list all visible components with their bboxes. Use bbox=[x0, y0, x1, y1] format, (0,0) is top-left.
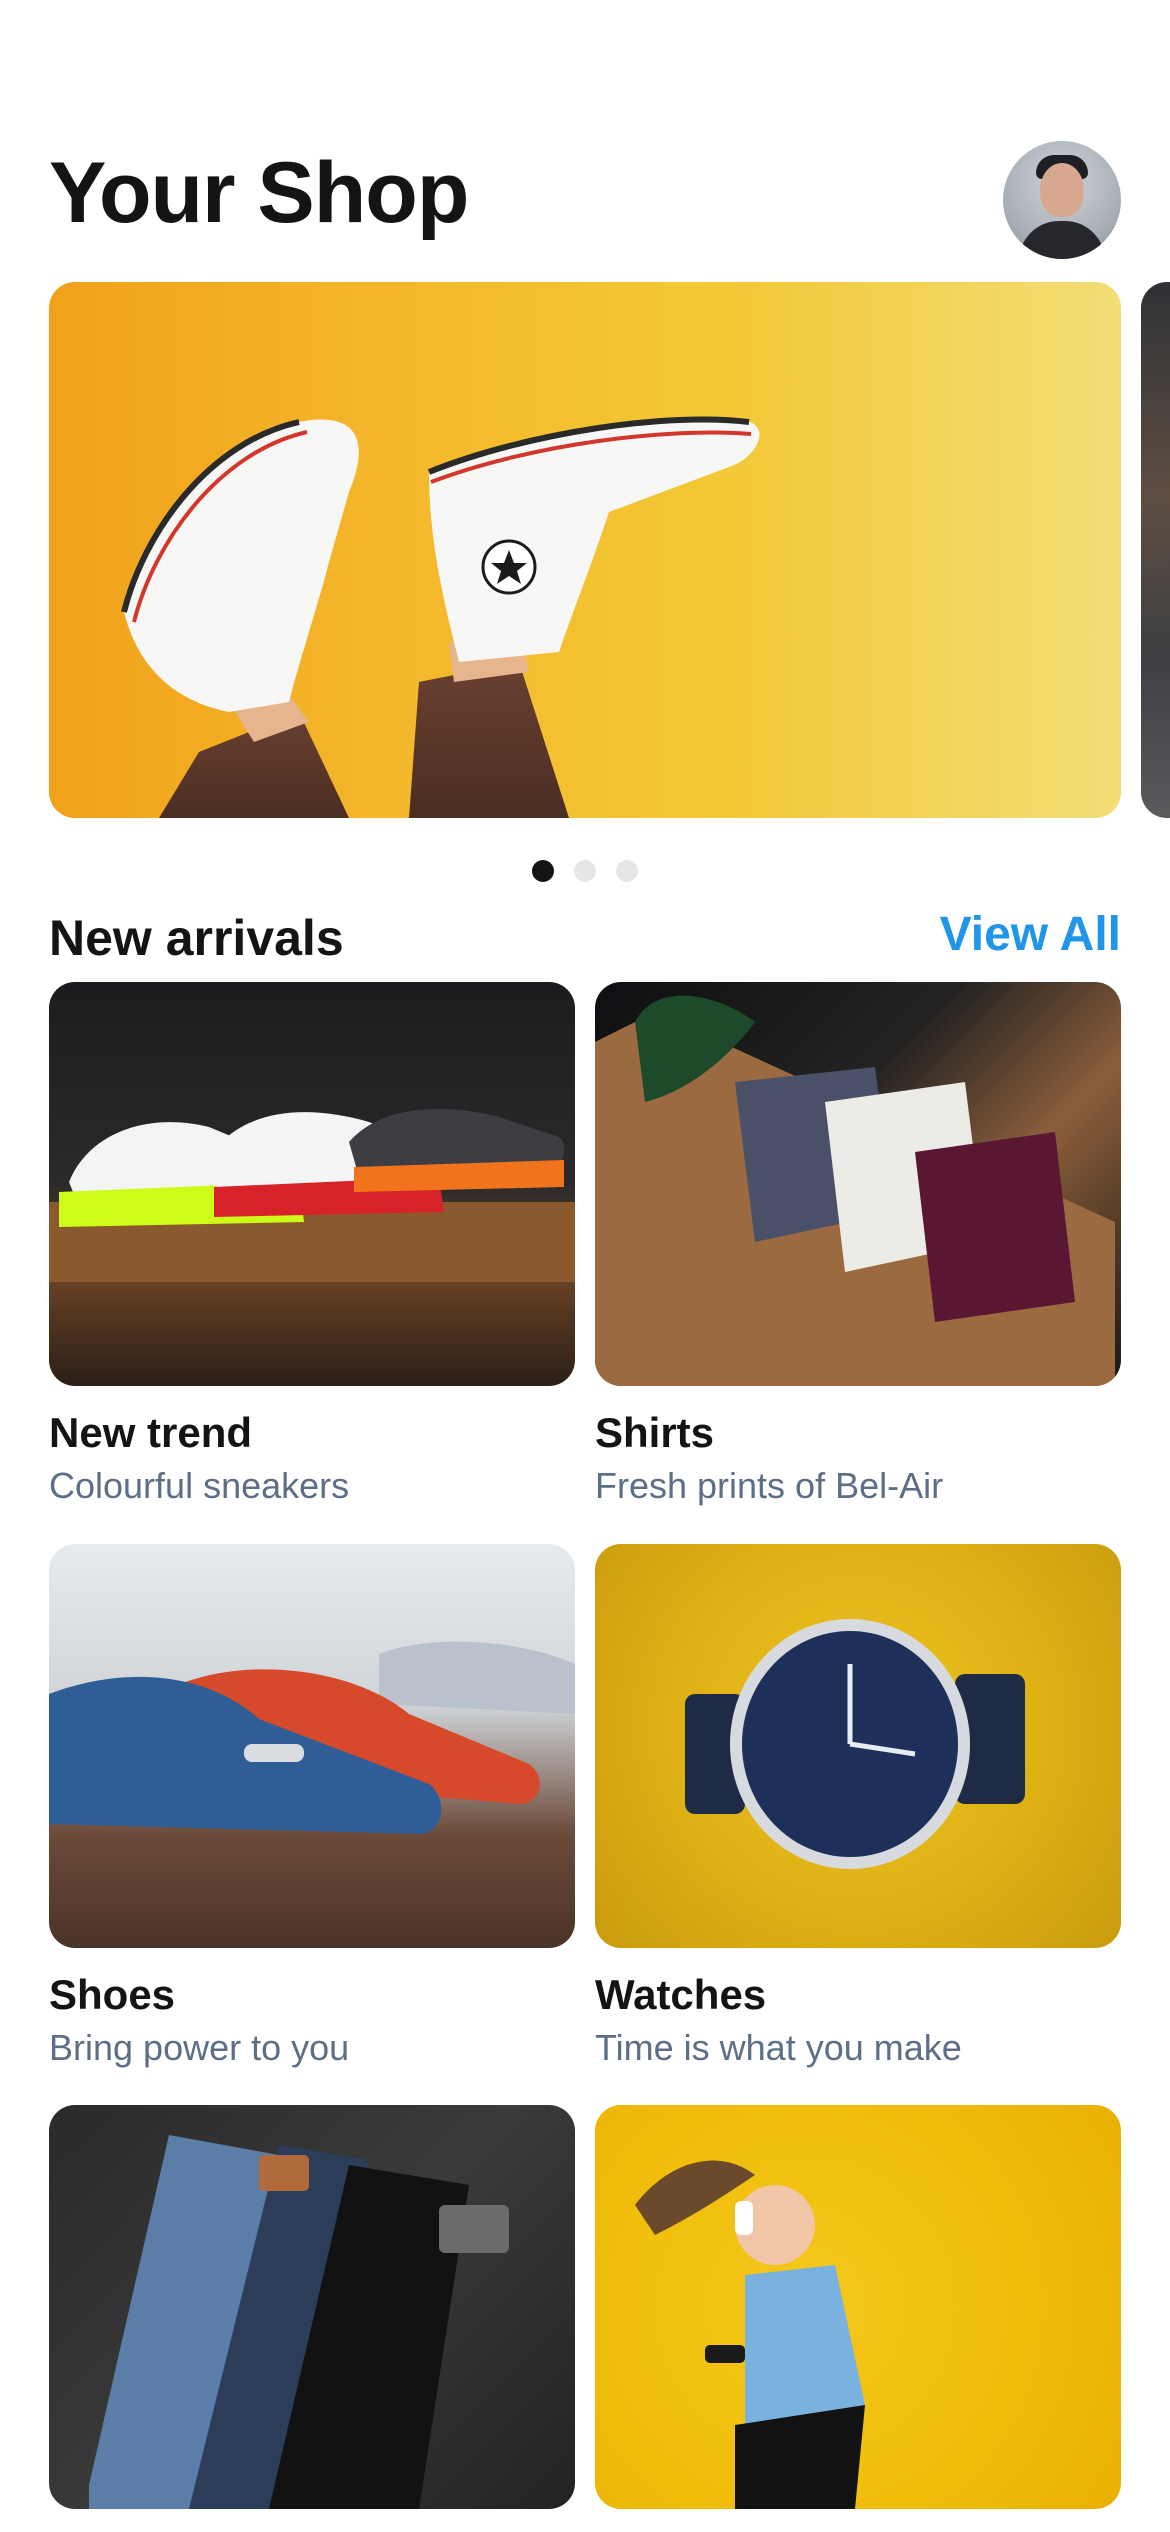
product-card-jeans[interactable] bbox=[49, 2105, 575, 2531]
avatar-head bbox=[1040, 163, 1084, 217]
product-card-shirts[interactable]: Shirts Fresh prints of Bel-Air bbox=[595, 982, 1121, 1508]
product-subtitle: Fresh prints of Bel-Air bbox=[595, 1465, 944, 1507]
avatar-body bbox=[1019, 221, 1105, 259]
hero-next-slide-peek[interactable] bbox=[1141, 282, 1170, 818]
carousel-pagination bbox=[532, 860, 638, 882]
product-name: Shoes bbox=[49, 1971, 176, 2018]
header: Your Shop bbox=[49, 141, 1121, 265]
product-card-watches[interactable]: Watches Time is what you make bbox=[595, 1544, 1121, 2070]
hero-banner-sneakers[interactable] bbox=[49, 282, 1121, 818]
page-title: Your Shop bbox=[49, 145, 469, 241]
product-image-watch bbox=[595, 1544, 1121, 1948]
avatar[interactable] bbox=[1003, 141, 1121, 259]
product-image-loafers bbox=[49, 1544, 575, 1948]
pagination-dot[interactable] bbox=[616, 860, 638, 882]
product-name: New trend bbox=[49, 1409, 253, 1456]
view-all-link[interactable]: View All bbox=[940, 906, 1121, 964]
pagination-dot[interactable] bbox=[574, 860, 596, 882]
new-arrivals-header: New arrivals View All bbox=[49, 900, 1121, 966]
product-name: Watches bbox=[595, 1971, 767, 2018]
hero-light bbox=[741, 282, 1121, 818]
product-name: Shirts bbox=[595, 1409, 715, 1456]
product-image-woman-headphones bbox=[595, 2105, 1121, 2509]
section-title: New arrivals bbox=[49, 910, 344, 966]
product-card-new-trend[interactable]: New trend Colourful sneakers bbox=[49, 982, 575, 1508]
pagination-dot-active[interactable] bbox=[532, 860, 554, 882]
product-card-music[interactable] bbox=[595, 2105, 1121, 2531]
hero-carousel[interactable] bbox=[49, 282, 1170, 818]
product-subtitle: Time is what you make bbox=[595, 2027, 962, 2069]
product-subtitle: Bring power to you bbox=[49, 2027, 350, 2069]
product-subtitle: Colourful sneakers bbox=[49, 1465, 350, 1507]
product-image-jeans bbox=[49, 2105, 575, 2509]
product-image-shirts bbox=[595, 982, 1121, 1386]
shop-screen: Your Shop New arrivals View All New tren… bbox=[0, 0, 1170, 2532]
product-card-shoes[interactable]: Shoes Bring power to you bbox=[49, 1544, 575, 2070]
product-image-sneakers bbox=[49, 982, 575, 1386]
